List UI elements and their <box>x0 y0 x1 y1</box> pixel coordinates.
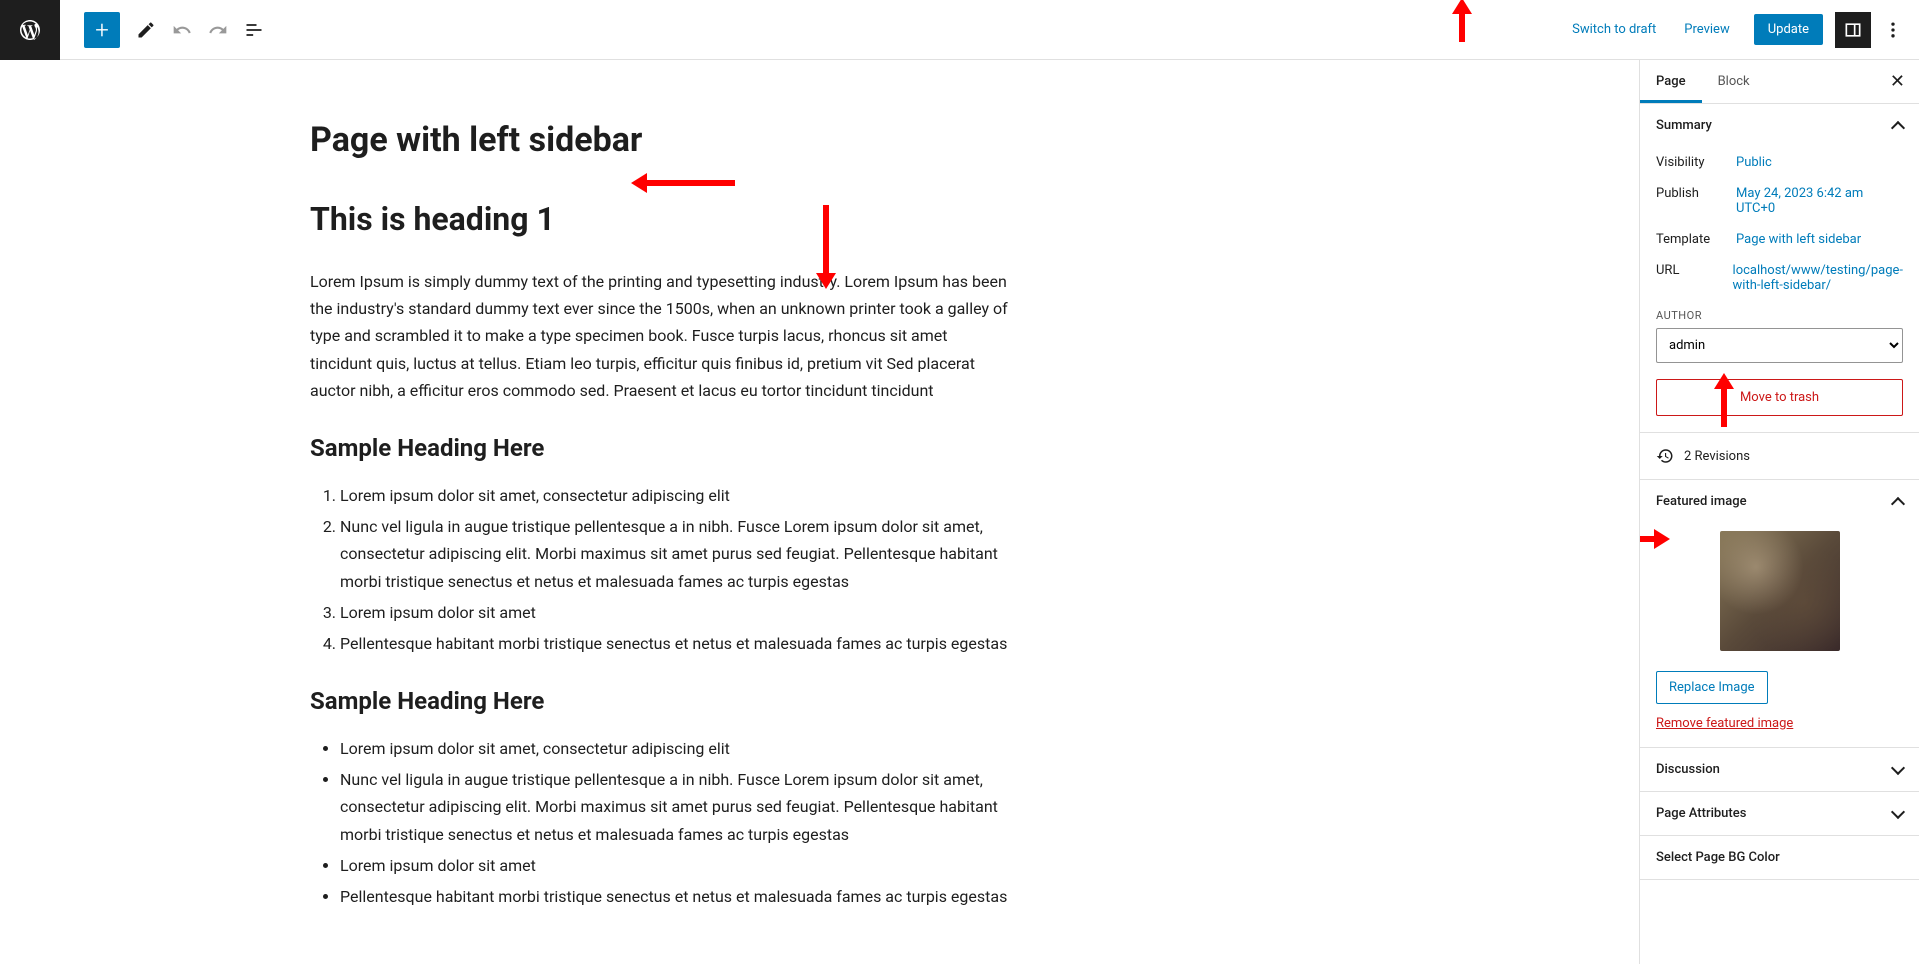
replace-image-button[interactable]: Replace Image <box>1656 671 1768 704</box>
list-item[interactable]: Pellentesque habitant morbi tristique se… <box>340 883 1010 910</box>
summary-panel: Summary Visibility Public Publish May 24… <box>1640 104 1919 433</box>
featured-image-preview[interactable] <box>1656 523 1903 659</box>
panel-title: Select Page BG Color <box>1656 850 1780 865</box>
tab-page[interactable]: Page <box>1640 60 1702 103</box>
ordered-list-block[interactable]: Lorem ipsum dolor sit amet, consectetur … <box>310 482 1010 657</box>
publish-label: Publish <box>1656 186 1736 216</box>
undo-icon <box>172 20 192 40</box>
summary-panel-toggle[interactable]: Summary <box>1640 104 1919 147</box>
url-label: URL <box>1656 263 1733 293</box>
edit-tool-button[interactable] <box>128 12 164 48</box>
discussion-panel-toggle[interactable]: Discussion <box>1640 748 1919 791</box>
visibility-label: Visibility <box>1656 155 1736 170</box>
panel-title: Summary <box>1656 118 1712 133</box>
page-title[interactable]: Page with left sidebar <box>310 120 1010 160</box>
bg-color-panel-toggle[interactable]: Select Page BG Color <box>1640 836 1919 879</box>
update-button[interactable]: Update <box>1754 14 1823 45</box>
revisions-count: 2 Revisions <box>1684 449 1750 464</box>
template-value[interactable]: Page with left sidebar <box>1736 232 1903 247</box>
visibility-value[interactable]: Public <box>1736 155 1903 170</box>
pencil-icon <box>136 20 156 40</box>
heading-2-block[interactable]: Sample Heading Here <box>310 434 1010 462</box>
list-item[interactable]: Lorem ipsum dolor sit amet <box>340 599 1010 626</box>
chevron-up-icon <box>1891 120 1905 134</box>
move-to-trash-button[interactable]: Move to trash <box>1656 379 1903 416</box>
page-attributes-panel-toggle[interactable]: Page Attributes <box>1640 792 1919 835</box>
add-block-button[interactable]: + <box>84 12 120 48</box>
switch-to-draft-link[interactable]: Switch to draft <box>1560 14 1668 45</box>
template-label: Template <box>1656 232 1736 247</box>
bg-color-panel: Select Page BG Color <box>1640 836 1919 880</box>
url-value[interactable]: localhost/www/testing/page-with-left-sid… <box>1733 263 1903 293</box>
list-item[interactable]: Lorem ipsum dolor sit amet, consectetur … <box>340 735 1010 762</box>
publish-value[interactable]: May 24, 2023 6:42 am UTC+0 <box>1736 186 1903 216</box>
wordpress-logo[interactable] <box>0 0 60 60</box>
author-label: AUTHOR <box>1656 309 1903 322</box>
settings-sidebar-toggle[interactable] <box>1835 12 1871 48</box>
page-attributes-panel: Page Attributes <box>1640 792 1919 836</box>
featured-image-panel: Featured image Replace Image Remove feat… <box>1640 480 1919 748</box>
discussion-panel: Discussion <box>1640 748 1919 792</box>
list-item[interactable]: Lorem ipsum dolor sit amet, consectetur … <box>340 482 1010 509</box>
tab-block[interactable]: Block <box>1702 60 1766 103</box>
unordered-list-block[interactable]: Lorem ipsum dolor sit amet, consectetur … <box>310 735 1010 910</box>
preview-link[interactable]: Preview <box>1672 14 1741 45</box>
wordpress-icon <box>18 18 42 42</box>
editor-canvas[interactable]: Page with left sidebar This is heading 1… <box>0 60 1639 964</box>
options-button[interactable] <box>1875 12 1911 48</box>
heading-2-block[interactable]: Sample Heading Here <box>310 687 1010 715</box>
history-icon <box>1656 447 1674 465</box>
revisions-link[interactable]: 2 Revisions <box>1640 433 1919 480</box>
settings-sidebar: Page Block ✕ Summary Visibility Public P… <box>1639 60 1919 964</box>
more-vertical-icon <box>1883 20 1903 40</box>
close-sidebar-button[interactable]: ✕ <box>1876 61 1919 102</box>
panel-title: Featured image <box>1656 494 1747 509</box>
chevron-up-icon <box>1891 496 1905 510</box>
list-item[interactable]: Pellentesque habitant morbi tristique se… <box>340 630 1010 657</box>
top-toolbar: + Switch to draft Preview Update <box>0 0 1919 60</box>
remove-featured-image-link[interactable]: Remove featured image <box>1656 716 1903 731</box>
list-item[interactable]: Nunc vel ligula in augue tristique pelle… <box>340 766 1010 848</box>
panel-title: Page Attributes <box>1656 806 1746 821</box>
list-item[interactable]: Lorem ipsum dolor sit amet <box>340 852 1010 879</box>
author-select[interactable]: admin <box>1656 328 1903 363</box>
sidebar-icon <box>1843 20 1863 40</box>
redo-icon <box>208 20 228 40</box>
list-view-icon <box>244 20 264 40</box>
undo-button[interactable] <box>164 12 200 48</box>
document-overview-button[interactable] <box>236 12 272 48</box>
redo-button[interactable] <box>200 12 236 48</box>
chevron-down-icon <box>1891 804 1905 818</box>
featured-image-panel-toggle[interactable]: Featured image <box>1640 480 1919 523</box>
panel-title: Discussion <box>1656 762 1720 777</box>
heading-1-block[interactable]: This is heading 1 <box>310 200 1010 238</box>
sidebar-tabs: Page Block ✕ <box>1640 60 1919 104</box>
list-item[interactable]: Nunc vel ligula in augue tristique pelle… <box>340 513 1010 595</box>
featured-image-thumbnail <box>1720 531 1840 651</box>
paragraph-block[interactable]: Lorem Ipsum is simply dummy text of the … <box>310 268 1010 404</box>
chevron-down-icon <box>1891 760 1905 774</box>
